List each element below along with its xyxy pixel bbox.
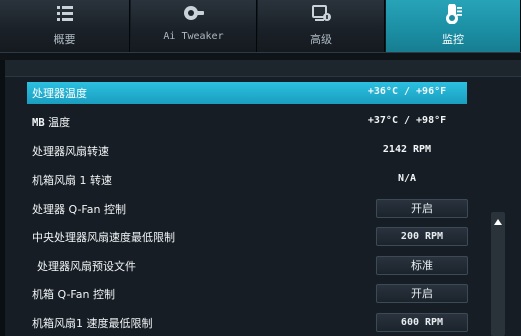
row-cpu-fan-profile[interactable]: 处理器风扇预设文件 标准 — [27, 255, 468, 277]
row-label-prefix: MB — [32, 117, 45, 129]
row-label: 机箱 Q-Fan 控制 — [32, 288, 115, 301]
panel-header-strip — [5, 60, 521, 77]
row-label: 处理器温度 — [32, 87, 87, 100]
row-mb-temperature[interactable]: MB 温度 +37°C / +98°F — [27, 111, 467, 133]
row-cpu-temperature[interactable]: 处理器温度 +36°C / +96°F — [27, 82, 467, 104]
scroll-up-arrow-icon[interactable] — [492, 216, 504, 228]
row-label: 处理器 Q-Fan 控制 — [32, 203, 126, 216]
cpu-fan-profile-button[interactable]: 标准 — [376, 256, 468, 275]
row-label: MB 温度 — [32, 114, 70, 130]
row-label: 处理器风扇预设文件 — [37, 260, 136, 273]
tab-overview[interactable]: 概要 — [0, 0, 130, 52]
tab-label: Ai Tweaker — [163, 31, 224, 42]
tweaker-icon — [131, 4, 256, 24]
row-value: N/A — [397, 173, 417, 184]
row-label-text: 温度 — [44, 116, 71, 129]
tab-label: 高级 — [310, 33, 332, 46]
monitor-panel: 处理器温度 +36°C / +96°F MB 温度 +37°C / +98°F … — [5, 60, 521, 336]
row-chassis-qfan-control[interactable]: 机箱 Q-Fan 控制 开启 — [27, 283, 468, 305]
row-label: 机箱风扇1 速度最低限制 — [32, 317, 153, 330]
tab-advanced[interactable]: 高级 — [258, 0, 385, 52]
chassis-fan1-min-speed-button[interactable]: 600 RPM — [376, 313, 468, 332]
row-cpu-fan-speed[interactable]: 处理器风扇转速 2142 RPM — [27, 140, 467, 162]
row-cpu-fan-min-speed[interactable]: 中央处理器风扇速度最低限制 200 RPM — [27, 226, 468, 248]
tab-ai-tweaker[interactable]: Ai Tweaker — [131, 0, 257, 52]
advanced-icon — [258, 4, 384, 24]
row-label: 机箱风扇 1 转速 — [32, 174, 112, 187]
chassis-qfan-control-button[interactable]: 开启 — [376, 284, 468, 303]
row-chassis-fan1-min-speed[interactable]: 机箱风扇1 速度最低限制 600 RPM — [27, 312, 468, 334]
cpu-qfan-control-button[interactable]: 开启 — [376, 199, 468, 218]
thermometer-icon — [386, 4, 520, 24]
cpu-fan-min-speed-button[interactable]: 200 RPM — [376, 227, 468, 246]
row-cpu-qfan-control[interactable]: 处理器 Q-Fan 控制 开启 — [27, 198, 468, 220]
row-label: 中央处理器风扇速度最低限制 — [32, 231, 175, 244]
row-chassis-fan1-speed[interactable]: 机箱风扇 1 转速 N/A — [27, 169, 467, 191]
divider-strip — [0, 52, 521, 60]
tab-label: 概要 — [53, 33, 76, 46]
scrollbar[interactable] — [491, 212, 505, 336]
tab-label: 监控 — [442, 33, 464, 46]
tab-monitor[interactable]: 监控 — [386, 0, 521, 52]
top-tab-bar: 概要 Ai Tweaker 高级 监控 — [0, 0, 521, 52]
row-value: +36°C / +96°F — [367, 86, 447, 97]
list-icon — [0, 4, 129, 24]
row-value: 2142 RPM — [382, 144, 432, 155]
row-value: +37°C / +98°F — [367, 115, 447, 126]
row-label: 处理器风扇转速 — [32, 145, 109, 158]
